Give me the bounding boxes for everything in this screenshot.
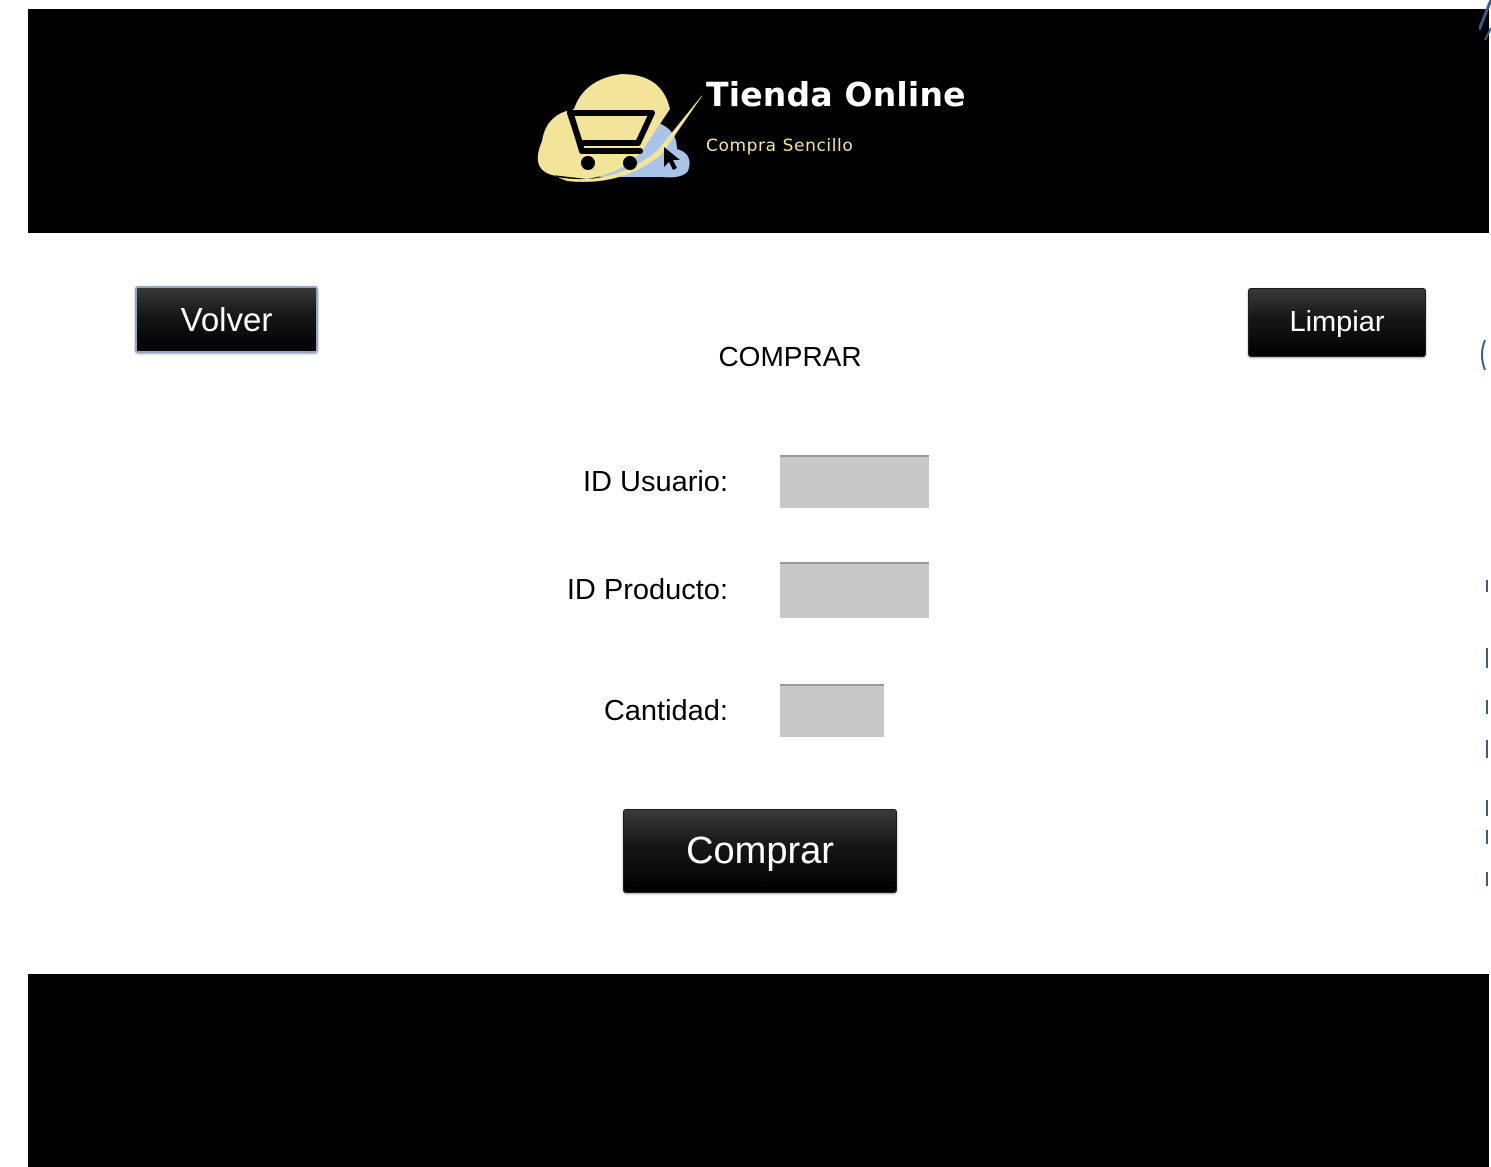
header-bar: Tienda Online Compra Sencillo [28,9,1489,233]
product-id-label: ID Producto: [566,574,728,606]
brand-logo: Tienda Online Compra Sencillo [512,59,972,184]
footer-bar [28,974,1489,1167]
shopping-cart-cloud-logo-icon [537,74,702,182]
brand-title: Tienda Online [706,75,966,114]
quantity-input[interactable] [780,684,884,737]
user-id-label: ID Usuario: [582,466,728,498]
user-id-input[interactable] [780,455,929,508]
window-edge-decoration [1479,0,1491,1167]
purchase-button[interactable]: Comprar [623,809,897,893]
brand-subtitle: Compra Sencillo [706,136,854,156]
purchase-page: Tienda Online Compra Sencillo Volver Lim… [0,0,1491,1167]
back-button[interactable]: Volver [135,286,318,353]
product-id-input[interactable] [780,562,929,618]
quantity-label: Cantidad: [603,695,728,727]
page-title: COMPRAR [718,341,862,372]
clear-button[interactable]: Limpiar [1248,288,1426,357]
